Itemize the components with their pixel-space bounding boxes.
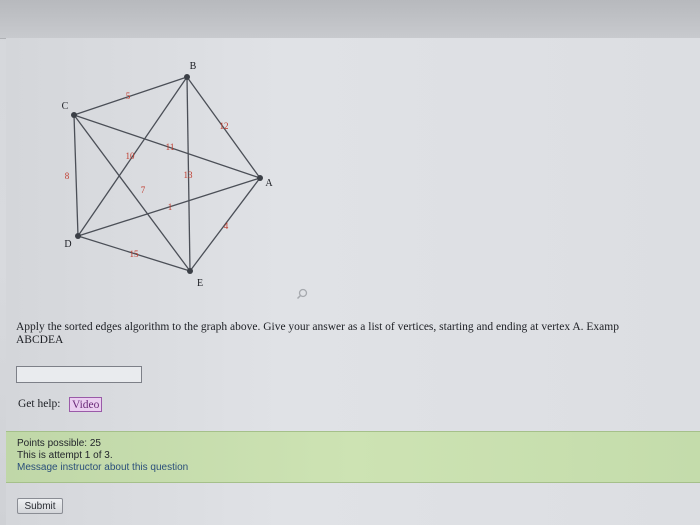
edge-weight-C-D: 8 — [65, 171, 70, 181]
submit-button[interactable]: Submit — [17, 498, 63, 514]
magnifier-icon[interactable] — [296, 288, 308, 300]
screen: 5 12 11 13 10 8 7 1 4 15 A B C D E Apply the sorted e… — [0, 0, 700, 525]
vertex-label-C: C — [62, 101, 69, 112]
vertex-E — [187, 268, 193, 274]
vertex-label-E: E — [197, 278, 203, 289]
edge-weight-B-E: 13 — [184, 170, 194, 180]
vertex-D — [75, 233, 81, 239]
vertex-label-D: D — [64, 239, 71, 250]
edge-C-D — [73, 114, 79, 237]
edge-weight-D-E: 15 — [130, 249, 140, 259]
message-instructor-link[interactable]: Message instructor about this question — [17, 462, 188, 473]
video-button[interactable]: Video — [69, 397, 103, 412]
vertex-A — [257, 175, 263, 181]
edge-C-E — [73, 114, 191, 272]
top-strip — [0, 0, 700, 39]
edge-weight-C-E: 10 — [126, 151, 136, 161]
edge-weight-E-A: 4 — [224, 221, 229, 231]
vertex-label-A: A — [265, 178, 273, 189]
edge-C-B — [73, 76, 188, 116]
vertex-B — [184, 74, 190, 80]
get-help-label: Get help: — [18, 398, 61, 410]
weighted-graph: 5 12 11 13 10 8 7 1 4 15 A B C D E — [62, 61, 274, 289]
points-possible: Points possible: 25 — [17, 438, 101, 449]
vertex-C — [71, 112, 77, 118]
attempt-info-panel: Points possible: 25 This is attempt 1 of… — [6, 431, 700, 483]
edge-weight-D-A: 1 — [168, 202, 173, 212]
question-text: Apply the sorted edges algorithm to the … — [16, 321, 619, 333]
example-answer: ABCDEA — [16, 334, 64, 346]
edge-weight-C-B: 5 — [126, 91, 131, 101]
edge-weight-B-A: 12 — [220, 121, 229, 131]
edge-weight-C-A: 11 — [166, 142, 175, 152]
edge-weight-B-D: 7 — [141, 185, 146, 195]
vertex-label-B: B — [190, 61, 197, 72]
answer-input[interactable] — [16, 366, 142, 383]
attempt-count: This is attempt 1 of 3. — [17, 450, 113, 461]
